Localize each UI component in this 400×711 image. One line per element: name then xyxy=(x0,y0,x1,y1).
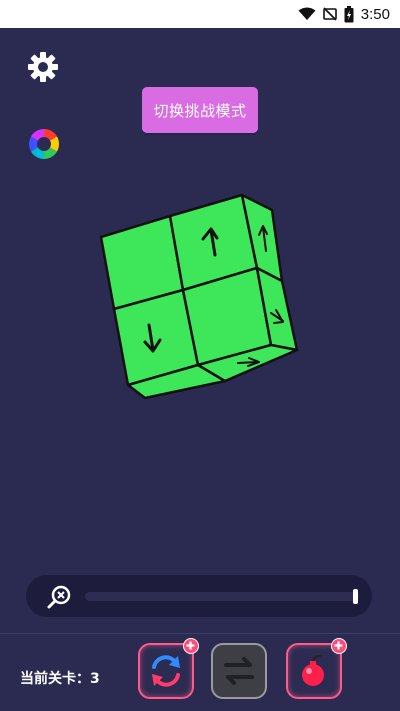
refresh-button[interactable] xyxy=(138,638,199,699)
current-level-label: 当前关卡：3 xyxy=(20,671,100,687)
bottom-toolbar: 当前关卡：3 xyxy=(0,633,400,711)
swap-icon xyxy=(224,657,254,685)
zoom-slider-handle[interactable] xyxy=(353,589,358,604)
mute-icon xyxy=(322,7,337,21)
add-badge-icon[interactable] xyxy=(183,638,199,654)
status-bar: 3:50 xyxy=(0,0,400,28)
bomb-icon xyxy=(302,654,324,686)
status-time: 3:50 xyxy=(360,5,390,23)
refresh-icon xyxy=(152,655,180,687)
bomb-button[interactable] xyxy=(286,638,347,699)
zoom-slider[interactable] xyxy=(85,589,359,604)
switch-challenge-mode-button[interactable]: 切换挑战模式 xyxy=(142,87,258,133)
gear-icon[interactable] xyxy=(27,51,59,83)
add-badge-icon[interactable] xyxy=(331,638,347,654)
puzzle-cube[interactable] xyxy=(95,185,310,405)
zoom-out-icon[interactable] xyxy=(46,584,72,610)
color-wheel-icon[interactable] xyxy=(28,128,60,160)
swap-button[interactable] xyxy=(211,643,267,699)
wifi-icon xyxy=(298,7,316,20)
zoom-control xyxy=(26,575,372,617)
battery-charging-icon xyxy=(344,5,354,22)
